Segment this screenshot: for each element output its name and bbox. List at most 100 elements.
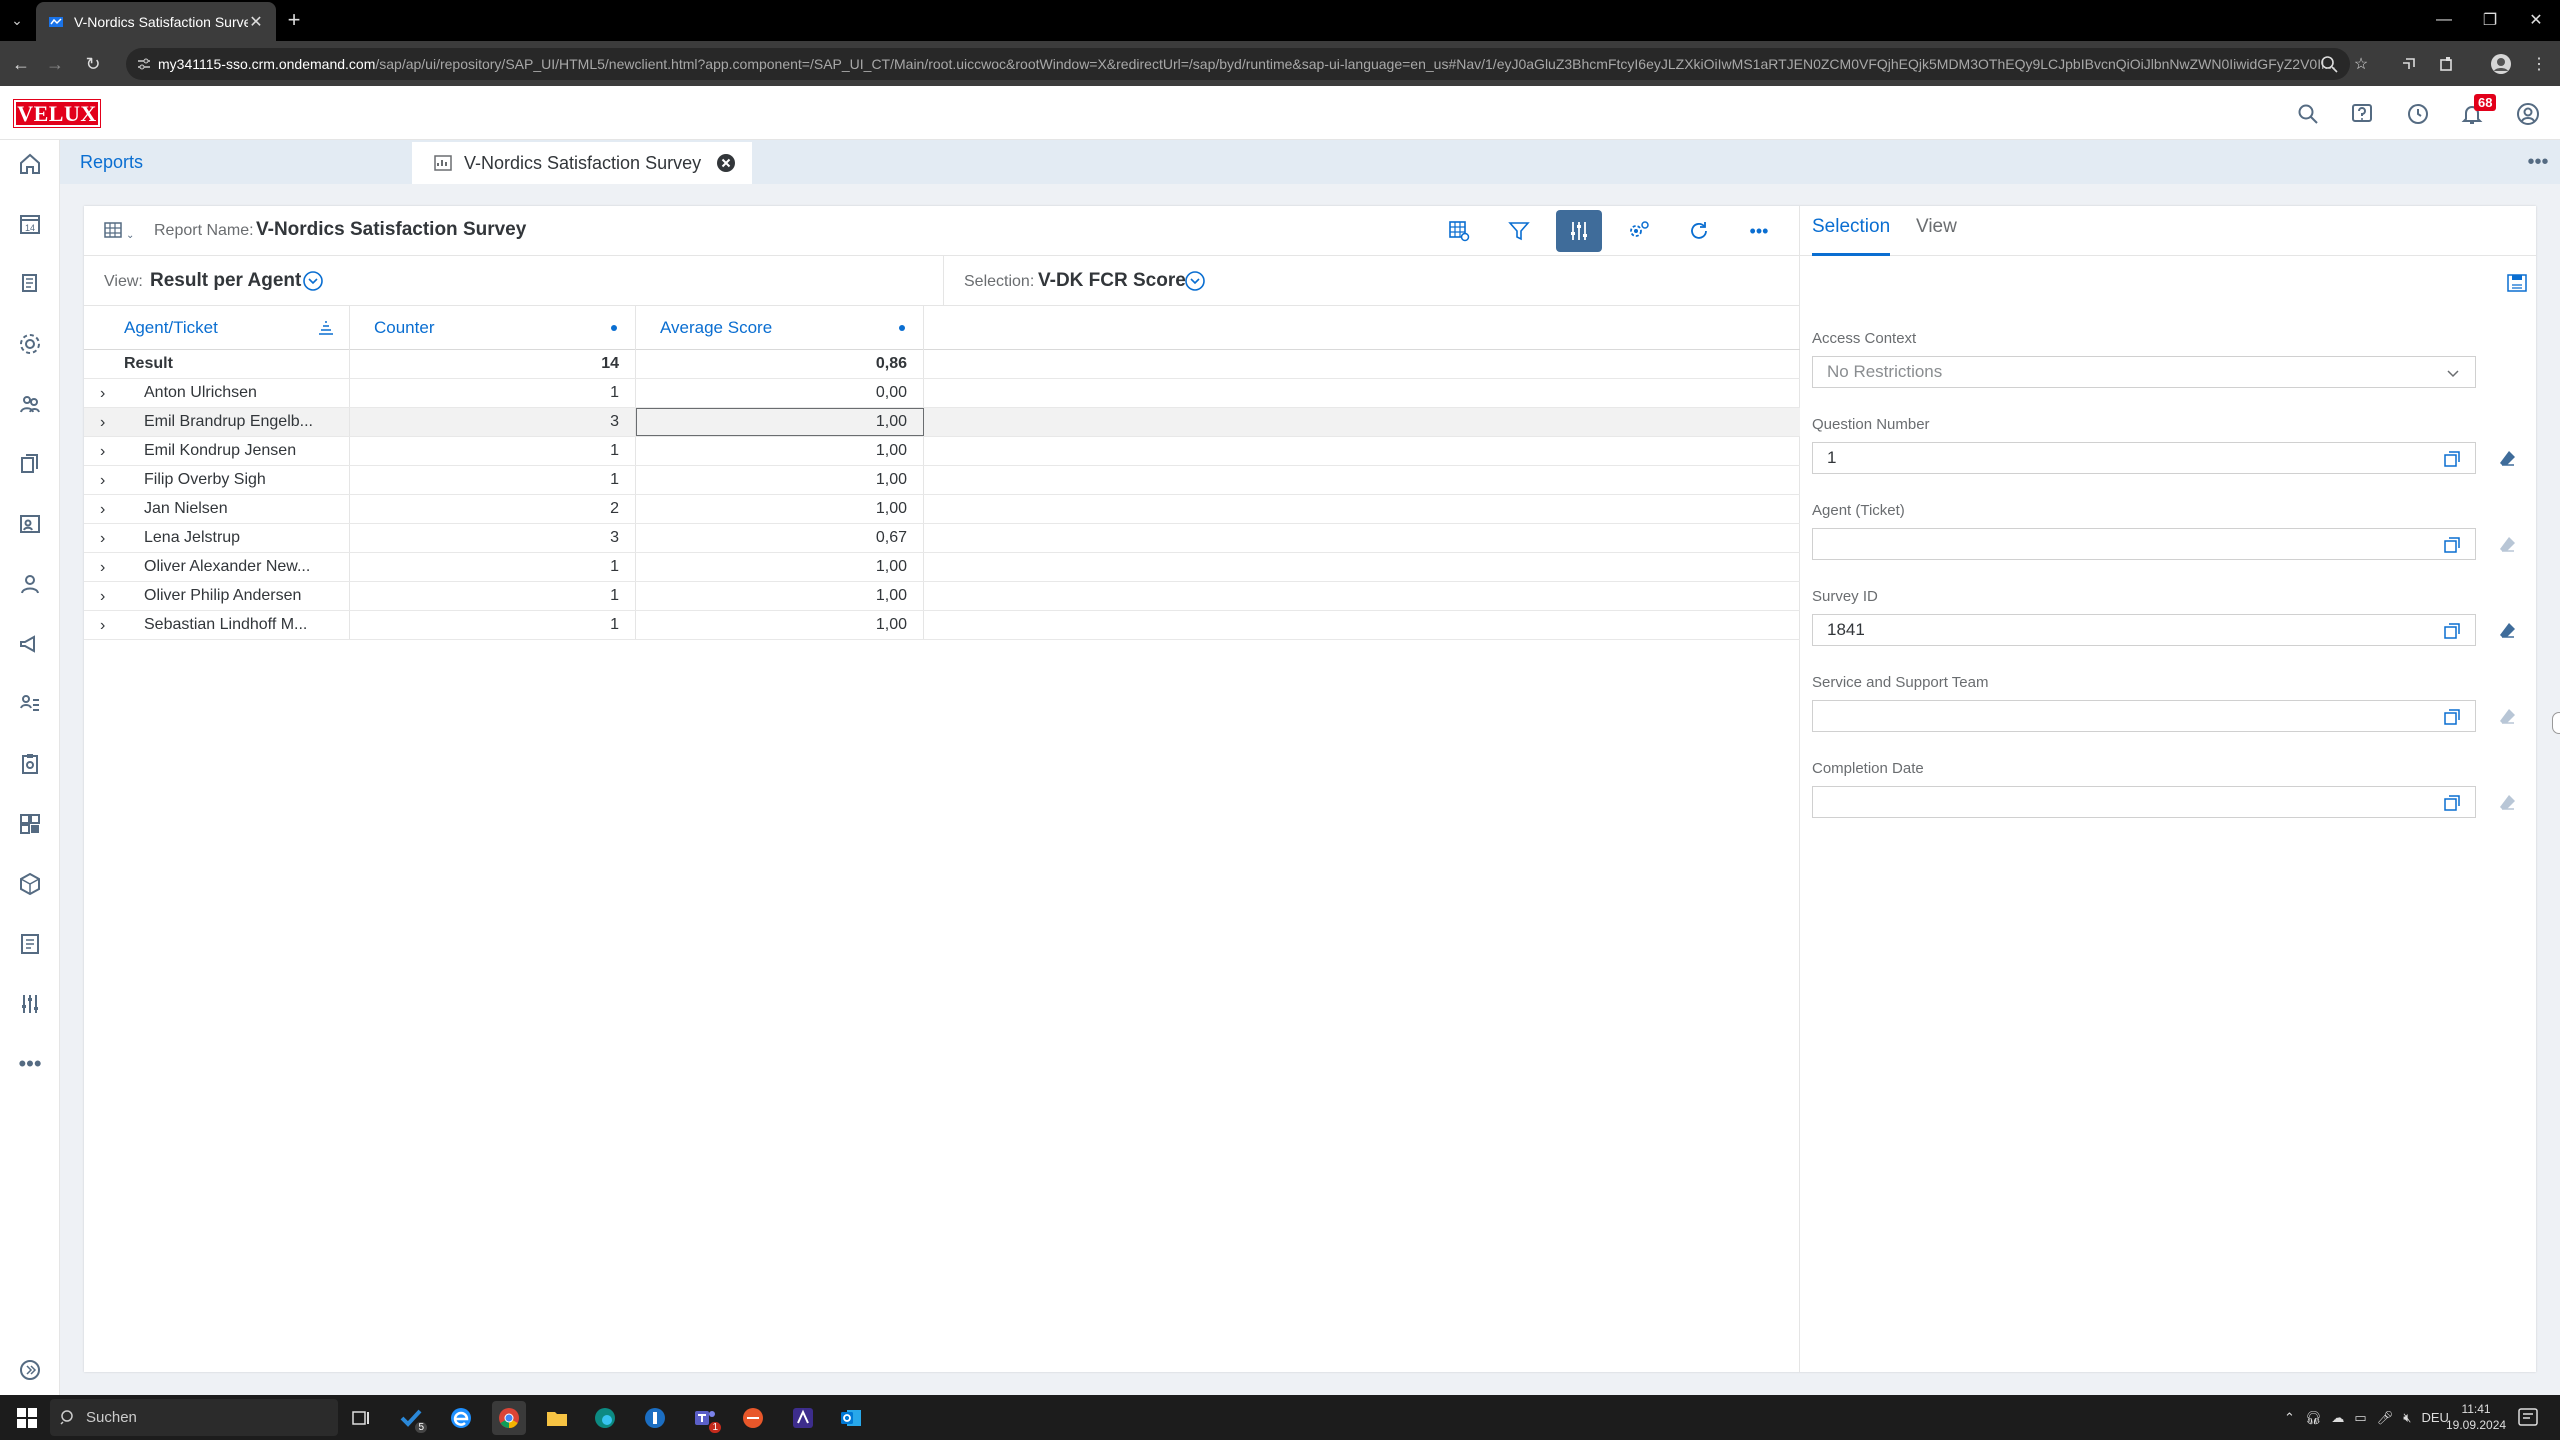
- table-row[interactable]: › Emil Brandrup Engelb... 3 1,00: [84, 408, 1800, 437]
- expand-chevron-icon[interactable]: ›: [100, 414, 105, 432]
- language-indicator[interactable]: DEU: [2421, 1410, 2448, 1425]
- expand-chevron-icon[interactable]: ›: [100, 385, 105, 403]
- agent-cell[interactable]: › Emil Brandrup Engelb...: [84, 408, 350, 436]
- reload-button[interactable]: ↻: [78, 49, 108, 79]
- browser-menu-icon[interactable]: ⋮: [2524, 49, 2554, 79]
- task-view-icon[interactable]: [344, 1401, 378, 1435]
- tab-search-icon[interactable]: ⌄: [4, 6, 30, 34]
- new-tab-button[interactable]: +: [280, 6, 308, 34]
- value-help-icon[interactable]: [2443, 622, 2461, 640]
- people-icon[interactable]: [14, 388, 46, 420]
- value-help-icon[interactable]: [2443, 794, 2461, 812]
- teams-icon[interactable]: 1: [688, 1401, 722, 1435]
- clear-eraser-icon[interactable]: [2496, 704, 2520, 728]
- view-value[interactable]: Result per Agent: [150, 270, 301, 292]
- survey-id-field[interactable]: 1841: [1812, 614, 2476, 646]
- table-row[interactable]: › Oliver Philip Andersen 1 1,00: [84, 582, 1800, 611]
- counter-cell[interactable]: 1: [350, 553, 636, 581]
- contacts-icon[interactable]: [14, 508, 46, 540]
- close-tab-icon[interactable]: ✕: [248, 12, 264, 32]
- access-context-select[interactable]: No Restrictions: [1812, 356, 2476, 388]
- counter-cell[interactable]: 3: [350, 524, 636, 552]
- megaphone-icon[interactable]: [14, 628, 46, 660]
- taskbar-search[interactable]: Suchen: [50, 1399, 338, 1436]
- headset-icon[interactable]: 🎧︎: [2305, 1410, 2322, 1426]
- zoom-icon[interactable]: [2314, 49, 2344, 79]
- more-actions-icon[interactable]: •••: [1736, 210, 1782, 252]
- clear-eraser-icon[interactable]: [2496, 532, 2520, 556]
- app-purple-icon[interactable]: [786, 1401, 820, 1435]
- table-menu-icon[interactable]: ⌄: [104, 220, 134, 241]
- tab-selection[interactable]: Selection: [1812, 216, 1891, 256]
- view-dropdown-icon[interactable]: [302, 270, 324, 292]
- clipboard-icon[interactable]: [14, 748, 46, 780]
- table-row[interactable]: › Filip Overby Sigh 1 1,00: [84, 466, 1800, 495]
- tab-survey-report[interactable]: V-Nordics Satisfaction Survey: [412, 140, 752, 184]
- edge-icon[interactable]: [588, 1401, 622, 1435]
- extensions-puzzle-icon[interactable]: [2432, 49, 2462, 79]
- service-support-team-field[interactable]: [1812, 700, 2476, 732]
- value-help-icon[interactable]: [2443, 536, 2461, 554]
- back-button[interactable]: ←: [6, 49, 36, 79]
- average-cell[interactable]: 1,00: [636, 582, 924, 610]
- chevron-down-icon[interactable]: [2445, 365, 2461, 381]
- completion-date-field[interactable]: [1812, 786, 2476, 818]
- todo-app-icon[interactable]: 5: [394, 1401, 428, 1435]
- table-row[interactable]: › Sebastian Lindhoff M... 1 1,00: [84, 611, 1800, 640]
- counter-cell[interactable]: 1: [350, 437, 636, 465]
- microphone-icon[interactable]: 🎤︎: [2377, 1410, 2394, 1426]
- agent-cell[interactable]: › Lena Jelstrup: [84, 524, 350, 552]
- expand-icon[interactable]: [14, 1354, 46, 1386]
- expand-chevron-icon[interactable]: ›: [100, 443, 105, 461]
- agent-cell[interactable]: › Oliver Philip Andersen: [84, 582, 350, 610]
- table-row[interactable]: › Anton Ulrichsen 1 0,00: [84, 379, 1800, 408]
- speaker-muted-icon[interactable]: 🔇︎: [2403, 1410, 2411, 1426]
- sliders-icon[interactable]: [14, 988, 46, 1020]
- average-cell-selected[interactable]: 1,00: [636, 408, 924, 436]
- clear-eraser-icon[interactable]: [2496, 446, 2520, 470]
- network-icon[interactable]: ▭: [2354, 1410, 2366, 1426]
- table-row[interactable]: › Oliver Alexander New... 1 1,00: [84, 553, 1800, 582]
- agent-cell[interactable]: › Jan Nielsen: [84, 495, 350, 523]
- copy-icon[interactable]: [14, 448, 46, 480]
- history-icon[interactable]: [2402, 98, 2434, 130]
- expand-chevron-icon[interactable]: ›: [100, 588, 105, 606]
- tray-chevron-up-icon[interactable]: ⌃: [2284, 1410, 2295, 1426]
- windows-start-icon[interactable]: [16, 1407, 38, 1429]
- selection-settings-button[interactable]: [1556, 210, 1602, 252]
- file-explorer-icon[interactable]: [540, 1401, 574, 1435]
- average-cell[interactable]: 1,00: [636, 553, 924, 581]
- average-cell[interactable]: 0,67: [636, 524, 924, 552]
- value-help-icon[interactable]: [2443, 450, 2461, 468]
- more-icon[interactable]: •••: [14, 1048, 46, 1080]
- result-average[interactable]: 0,86: [636, 350, 924, 378]
- notification-center-icon[interactable]: [2516, 1405, 2540, 1429]
- documents-icon[interactable]: [14, 268, 46, 300]
- app-orange-icon[interactable]: [736, 1401, 770, 1435]
- settings-gear-icon[interactable]: [14, 328, 46, 360]
- tab-view[interactable]: View: [1916, 216, 1957, 256]
- clear-eraser-icon[interactable]: [2496, 618, 2520, 642]
- person-icon[interactable]: [14, 568, 46, 600]
- extension-icon[interactable]: [2394, 49, 2424, 79]
- site-info-icon[interactable]: [136, 56, 152, 72]
- personalize-icon[interactable]: [1616, 210, 1662, 252]
- minimize-button[interactable]: —: [2424, 6, 2464, 34]
- counter-cell[interactable]: 2: [350, 495, 636, 523]
- search-icon[interactable]: [2292, 98, 2324, 130]
- table-row[interactable]: › Emil Kondrup Jensen 1 1,00: [84, 437, 1800, 466]
- chrome-icon[interactable]: [492, 1401, 526, 1435]
- qr-apps-icon[interactable]: [14, 808, 46, 840]
- agent-cell[interactable]: › Oliver Alexander New...: [84, 553, 350, 581]
- forward-button[interactable]: →: [40, 49, 70, 79]
- table-row-result[interactable]: Result 14 0,86: [84, 350, 1800, 379]
- bookmark-star-icon[interactable]: ☆: [2346, 49, 2376, 79]
- agent-cell[interactable]: › Anton Ulrichsen: [84, 379, 350, 407]
- money-people-icon[interactable]: [14, 688, 46, 720]
- filter-icon[interactable]: [1496, 210, 1542, 252]
- counter-cell[interactable]: 1: [350, 379, 636, 407]
- question-number-field[interactable]: 1: [1812, 442, 2476, 474]
- selection-value[interactable]: V-DK FCR Score: [1038, 270, 1186, 292]
- close-tab-icon[interactable]: [716, 153, 736, 173]
- agent-cell[interactable]: › Filip Overby Sigh: [84, 466, 350, 494]
